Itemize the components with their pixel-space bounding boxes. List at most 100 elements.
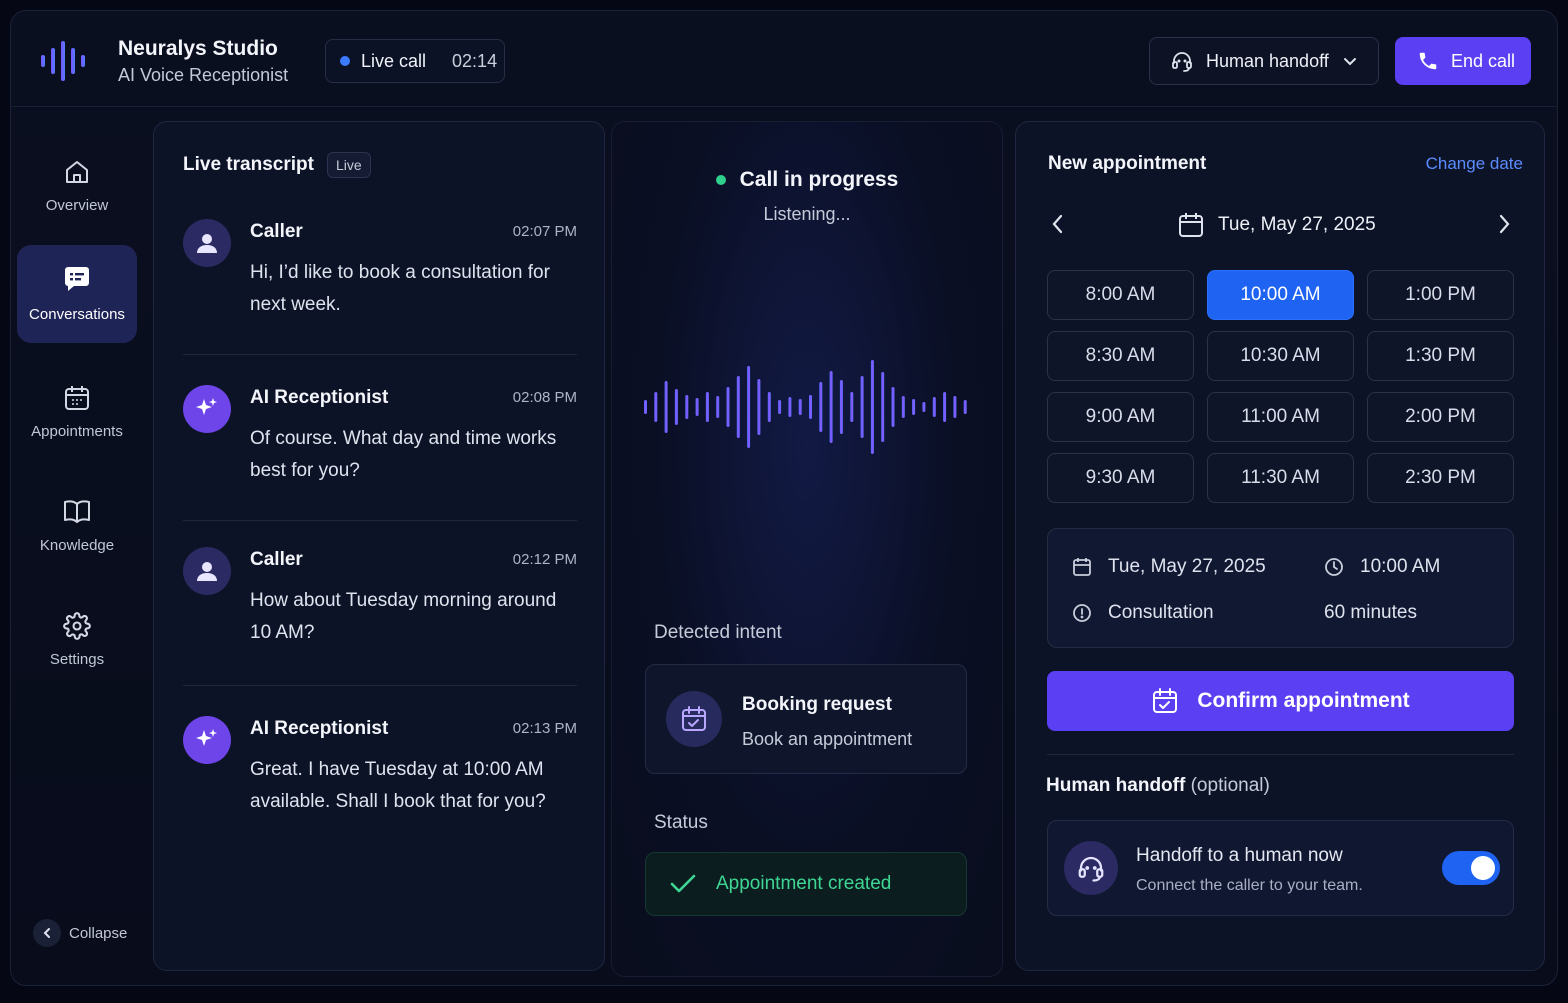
caller-avatar-icon: [183, 547, 231, 595]
call-status-label: Call in progress: [739, 168, 899, 191]
time-slot[interactable]: 8:30 AM: [1047, 331, 1194, 381]
appointment-summary: Tue, May 27, 2025 10:00 AM Consultation …: [1047, 528, 1514, 648]
time-slot[interactable]: 2:30 PM: [1367, 453, 1514, 503]
waveform-bar: [912, 399, 916, 415]
human-handoff-section-title: Human handoff (optional): [1046, 775, 1270, 797]
call-timer: 02:14: [452, 50, 498, 71]
voice-logo-icon: [41, 41, 85, 81]
time-slot[interactable]: 1:30 PM: [1367, 331, 1514, 381]
end-call-label: End call: [1451, 50, 1516, 71]
waveform-bar: [943, 392, 947, 422]
sidebar-item-label: Overview: [45, 197, 109, 214]
waveform-bar: [716, 396, 720, 418]
chevron-right-icon[interactable]: [1492, 210, 1516, 238]
sidebar-item-label: Knowledge: [39, 537, 115, 554]
status-value: Appointment created: [716, 873, 892, 894]
phone-icon: [1419, 52, 1437, 70]
waveform-bar: [953, 396, 957, 418]
waveform-bar: [767, 392, 771, 422]
message-time: 02:08 PM: [512, 389, 577, 406]
sidebar-item-appointments[interactable]: Appointments: [17, 363, 137, 461]
waveform-bar: [870, 360, 874, 454]
waveform-bar: [809, 395, 812, 419]
time-slot[interactable]: 11:00 AM: [1207, 392, 1354, 442]
time-slot-selected[interactable]: 10:00 AM: [1207, 270, 1354, 320]
brand-subtitle: AI Voice Receptionist: [118, 65, 289, 85]
waveform-bar: [901, 396, 905, 418]
summary-type-value: Consultation: [1108, 602, 1214, 623]
headset-icon: [1064, 841, 1118, 895]
date-label: Tue, May 27, 2025: [1218, 214, 1376, 235]
waveform-bar: [736, 376, 740, 438]
waveform-bar: [829, 371, 833, 443]
calendar-check-icon: [1153, 688, 1178, 713]
waveform-bar: [726, 387, 730, 427]
calendar-icon: [1073, 558, 1091, 576]
waveform-bar: [695, 398, 699, 416]
waveform-bar: [674, 389, 678, 425]
live-dot-icon: [340, 56, 350, 66]
end-call-button[interactable]: End call: [1395, 37, 1531, 85]
info-circle-icon: [1073, 604, 1091, 622]
time-slot[interactable]: 2:00 PM: [1367, 392, 1514, 442]
status-dot-icon: [715, 175, 726, 185]
transcript-title: Live transcript: [183, 154, 314, 175]
message-speaker: AI Receptionist: [250, 718, 389, 739]
waveform-bar: [922, 402, 926, 412]
live-call-indicator: Live call 02:14: [325, 39, 505, 83]
booking-title: New appointment: [1048, 153, 1207, 174]
chevron-left-icon[interactable]: [1046, 210, 1070, 238]
caller-avatar-icon: [183, 219, 231, 267]
detected-intent-label: Detected intent: [654, 622, 782, 643]
sparkle-icon: [183, 716, 231, 764]
sidebar-item-overview[interactable]: Overview: [17, 137, 137, 235]
divider: [183, 685, 577, 686]
handoff-optional: (optional): [1190, 775, 1270, 796]
audio-waveform: [644, 360, 967, 454]
book-icon: [64, 500, 90, 523]
time-slot[interactable]: 8:00 AM: [1047, 270, 1194, 320]
confirm-appointment-button[interactable]: Confirm appointment: [1047, 671, 1514, 731]
home-icon: [66, 161, 88, 183]
sidebar-item-knowledge[interactable]: Knowledge: [17, 477, 137, 575]
transcript-header: Live transcript Live: [183, 152, 371, 178]
waveform-bar: [932, 397, 936, 417]
message-text: Great. I have Tuesday at 10:00 AM availa…: [250, 759, 546, 812]
divider: [1047, 754, 1514, 755]
handoff-toggle[interactable]: [1442, 851, 1500, 885]
message-text: How about Tuesday morning around 10 AM?: [250, 590, 557, 643]
message-time: 02:07 PM: [512, 223, 577, 240]
message-text: Hi, I’d like to book a consultation for …: [250, 262, 550, 315]
time-slot[interactable]: 1:00 PM: [1367, 270, 1514, 320]
gear-icon: [63, 612, 91, 640]
time-slot[interactable]: 11:30 AM: [1207, 453, 1354, 503]
time-slot[interactable]: 10:30 AM: [1207, 331, 1354, 381]
time-slot[interactable]: 9:00 AM: [1047, 392, 1194, 442]
sparkle-icon: [183, 385, 231, 433]
intent-title: Booking request: [742, 694, 892, 715]
change-date-link[interactable]: Change date: [1426, 154, 1523, 174]
intent-card: Booking request Book an appointment: [645, 664, 967, 774]
message-speaker: AI Receptionist: [250, 387, 389, 408]
sidebar-item-conversations[interactable]: Conversations: [17, 245, 137, 343]
handoff-card-subtitle: Connect the caller to your team.: [1136, 877, 1363, 894]
human-handoff-dropdown[interactable]: Human handoff: [1149, 37, 1379, 85]
sidebar-item-settings[interactable]: Settings: [17, 591, 137, 689]
checkmark-icon: [670, 874, 696, 893]
call-panel: Call in progress Listening... Detected i…: [611, 121, 1003, 977]
listening-label: Listening...: [763, 204, 851, 224]
waveform-bar: [881, 372, 885, 442]
message-text: Of course. What day and time works best …: [250, 428, 557, 481]
top-bar: Neuralys Studio AI Voice Receptionist Li…: [11, 11, 1557, 107]
sidebar-item-label: Appointments: [31, 423, 123, 440]
summary-duration: 60 minutes: [1324, 602, 1417, 624]
collapse-button[interactable]: Collapse: [33, 919, 127, 947]
time-slot[interactable]: 9:30 AM: [1047, 453, 1194, 503]
chevron-down-icon: [1343, 58, 1356, 66]
waveform-bar: [644, 400, 647, 414]
live-badge: Live: [326, 152, 371, 178]
status-label: Status: [654, 812, 708, 833]
calendar-icon: [1179, 213, 1203, 237]
calendar-check-icon: [666, 691, 722, 747]
summary-duration-value: 60 minutes: [1324, 602, 1417, 623]
